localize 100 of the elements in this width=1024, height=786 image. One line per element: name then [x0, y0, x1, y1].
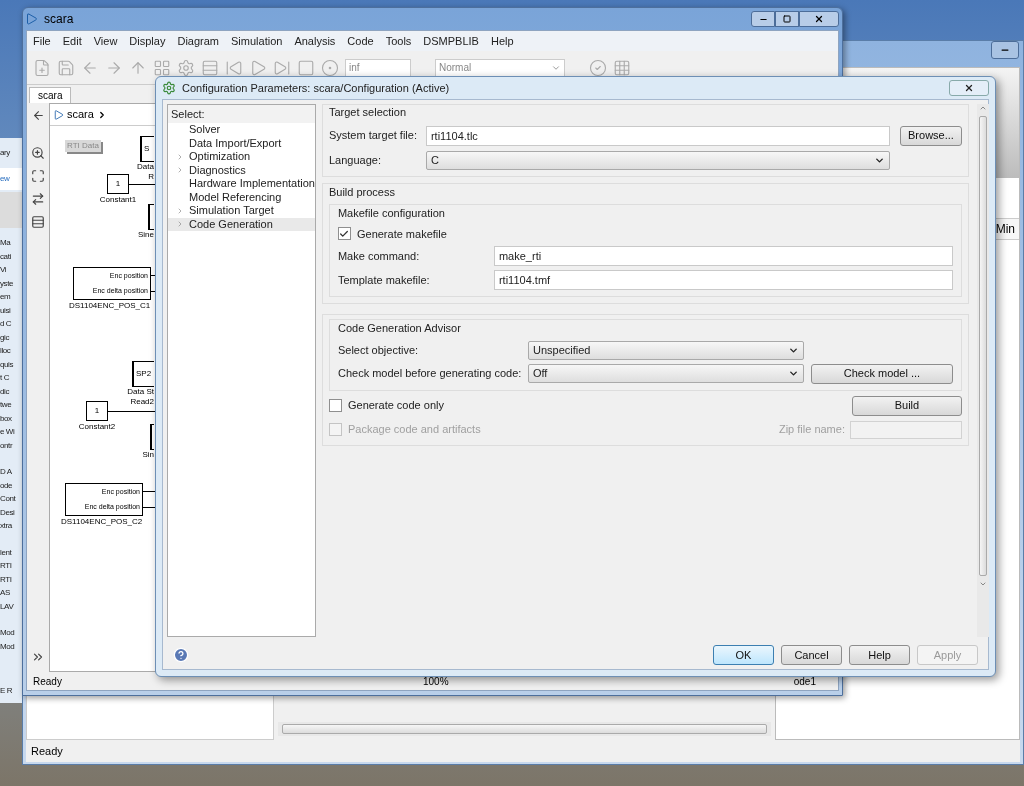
tree-item[interactable]: Model Referencing	[168, 190, 315, 204]
block-label: DS1104ENC_POS_C1	[69, 300, 152, 312]
field-label: Zip file name:	[778, 422, 845, 438]
library-item[interactable]: Cont	[0, 492, 22, 506]
menu-item[interactable]: Edit	[62, 32, 82, 50]
library-item[interactable]: e Wi	[0, 425, 22, 439]
block-edge: S	[140, 136, 154, 162]
library-item[interactable]: Vi	[0, 263, 22, 277]
dropdown[interactable]: Off	[527, 364, 804, 383]
button[interactable]: Browse...	[899, 125, 962, 146]
tree-item[interactable]: Solver	[168, 123, 315, 137]
block-label: Data St	[127, 387, 154, 397]
library-item[interactable]: uisi	[0, 303, 22, 317]
library-item[interactable]: em	[0, 290, 22, 304]
button[interactable]: OK	[713, 645, 774, 665]
field-label: System target file:	[328, 128, 418, 144]
checkbox-label: Package code and artifacts	[347, 422, 481, 438]
block-label: Sin	[142, 450, 154, 460]
menu-item[interactable]: Help	[490, 32, 514, 50]
constant-block[interactable]: 1	[107, 174, 129, 194]
button[interactable]: Help	[849, 645, 910, 665]
library-label: ary	[0, 147, 11, 160]
block-label: DS1104ENC_POS_C2	[61, 516, 144, 528]
button[interactable]: Build	[851, 395, 962, 416]
library-item[interactable]: quis	[0, 357, 22, 371]
menu-item[interactable]: Simulation	[231, 32, 283, 50]
library-item[interactable]: twe	[0, 398, 22, 412]
library-item[interactable]: AS	[0, 586, 22, 600]
field-label: Select objective:	[337, 342, 420, 358]
library-item[interactable]: Ma	[0, 236, 22, 250]
library-item[interactable]: xtra	[0, 519, 22, 533]
menu-item[interactable]: Diagram	[177, 32, 219, 50]
status-text: Ready	[26, 740, 1020, 762]
button[interactable]: Check model ...	[810, 363, 953, 384]
text-field[interactable]: rti1104.tlc	[425, 125, 890, 146]
status-text: Ready	[33, 674, 63, 689]
breadcrumb[interactable]: scara	[67, 106, 94, 123]
block-label: Data	[137, 162, 154, 172]
library-item[interactable]: lent	[0, 545, 22, 559]
annotation-label: RTI Data	[65, 140, 101, 152]
field-label: Template makefile:	[337, 272, 431, 288]
tree-heading: Select:	[168, 105, 315, 123]
library-item[interactable]: lloc	[0, 344, 22, 358]
field-label: Make command:	[337, 248, 421, 264]
library-item[interactable]: t C	[0, 371, 22, 385]
menu-item[interactable]: Analysis	[294, 32, 336, 50]
checkbox-label: Generate code only	[347, 398, 444, 414]
library-item[interactable]: Mod	[0, 639, 22, 653]
model-tab[interactable]: scara	[29, 87, 72, 103]
group-heading: Build process	[328, 184, 396, 200]
block-label: Read2	[130, 397, 154, 407]
library-item[interactable]: Mod	[0, 626, 22, 640]
zoom-level: 100%	[423, 674, 449, 689]
text-field[interactable]: rti1104.tmf	[493, 270, 953, 290]
tree-item[interactable]: Diagnostics	[168, 163, 315, 177]
group-heading: Makefile configuration	[337, 206, 446, 221]
status-text: E R	[0, 684, 14, 697]
tree-item[interactable]: Simulation Target	[168, 204, 315, 218]
field-label: Language:	[328, 152, 382, 168]
menu-item[interactable]: Display	[129, 32, 166, 50]
library-item[interactable]: cati	[0, 249, 22, 263]
library-item[interactable]: ode	[0, 478, 22, 492]
group-heading: Code Generation Advisor	[337, 321, 462, 336]
library-item[interactable]: box	[0, 411, 22, 425]
simulation-mode-dropdown[interactable]: Normal	[435, 58, 565, 77]
constant-block[interactable]: 1	[86, 401, 108, 421]
dialog-title: Configuration Parameters: scara/Configuration (Active)	[182, 80, 450, 96]
library-item[interactable]: D A	[0, 465, 22, 479]
stop-time-field[interactable]: inf	[345, 58, 411, 77]
menu-item[interactable]: DSMPBLIB	[423, 32, 479, 50]
library-item[interactable]: gic	[0, 330, 22, 344]
library-item[interactable]: ontr	[0, 438, 22, 452]
block-label: Constant2	[77, 421, 117, 433]
library-item[interactable]: RTI	[0, 572, 22, 586]
menu-item[interactable]: File	[33, 32, 51, 50]
tree-item[interactable]: Data Import/Export	[168, 136, 315, 150]
library-item[interactable]: Desi	[0, 505, 22, 519]
library-item[interactable]: dic	[0, 384, 22, 398]
menu-item[interactable]: Code	[347, 32, 374, 50]
library-item[interactable]: d C	[0, 317, 22, 331]
library-label: ew	[0, 168, 22, 190]
block-label: Constant1	[98, 194, 138, 206]
dropdown[interactable]: C	[425, 150, 890, 170]
dropdown[interactable]: Unspecified	[527, 340, 804, 360]
tree-item[interactable]: Code Generation	[168, 217, 315, 231]
tree-item[interactable]: Optimization	[168, 150, 315, 164]
group-heading: Target selection	[328, 105, 407, 120]
library-item[interactable]: yste	[0, 276, 22, 290]
field-label: Check model before generating code:	[337, 366, 523, 382]
library-item[interactable]: LAV	[0, 599, 22, 613]
window-title: scara	[44, 11, 74, 28]
tree-item[interactable]: Hardware Implementation	[168, 177, 315, 191]
menu-item[interactable]: Tools	[385, 32, 412, 50]
block-label: Sine	[138, 230, 154, 240]
button[interactable]: Cancel	[781, 645, 842, 665]
checkbox-label: Generate makefile	[356, 226, 447, 242]
menu-item[interactable]: View	[93, 32, 118, 50]
library-item[interactable]: RTI	[0, 559, 22, 573]
solver-text: ode1	[793, 674, 817, 689]
text-field[interactable]: make_rti	[493, 246, 953, 266]
